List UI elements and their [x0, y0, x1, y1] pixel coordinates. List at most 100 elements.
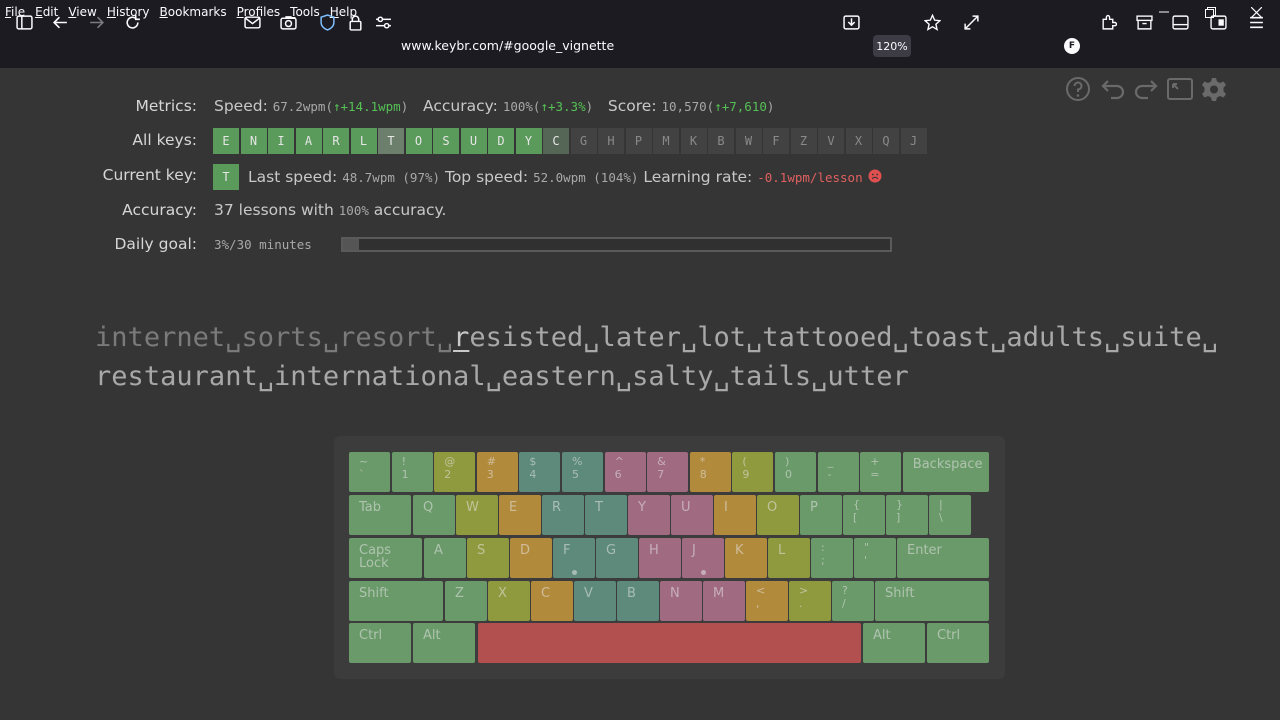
key-2: @2 — [434, 452, 476, 492]
accuracy-label: Accuracy: — [122, 201, 197, 219]
bookmark-star-icon[interactable] — [918, 8, 946, 36]
download-page-icon[interactable] — [837, 8, 865, 36]
key-progress-d: D — [488, 128, 514, 154]
daily-goal-label: Daily goal: — [114, 235, 198, 253]
key-8: * 8 — [689, 452, 731, 492]
key-g: G — [596, 538, 638, 578]
lock-icon[interactable] — [341, 8, 369, 36]
menu-bookmarks[interactable]: Bookmarks — [154, 5, 231, 19]
forward-icon[interactable] — [82, 8, 110, 36]
key-s: S — [467, 538, 509, 578]
key-}: }] — [886, 495, 928, 535]
key-progress-j: J — [900, 128, 927, 154]
key-progress-e: E — [213, 128, 239, 154]
speed-label: Speed: — [214, 97, 268, 115]
key-m: M — [703, 581, 745, 621]
key-:: :; — [811, 538, 853, 578]
key-progress-v: V — [818, 128, 844, 154]
last-speed-label: Last speed: — [248, 168, 338, 186]
reload-icon[interactable] — [118, 8, 146, 36]
key-n: N — [660, 581, 702, 621]
key-alt-left: Alt — [413, 623, 475, 663]
key-f: F — [553, 538, 595, 578]
help-icon[interactable] — [1065, 76, 1091, 106]
metrics-label: Metrics: — [135, 97, 198, 115]
shield-icon[interactable] — [313, 8, 341, 36]
mail-icon[interactable] — [238, 8, 266, 36]
speed-value: 67.2wpm — [272, 99, 326, 114]
key-7: & 7 — [647, 452, 689, 492]
key-4: $4 — [519, 452, 561, 492]
pending-text-1: esisted␣later␣lot␣tattooed␣toast␣adults␣… — [469, 322, 1219, 353]
key-a: A — [424, 538, 466, 578]
speed-delta: ↑+14.1wpm — [332, 99, 401, 114]
key-progress-s: S — [433, 128, 459, 154]
key-progress-b: B — [708, 128, 734, 154]
key-alt-right: Alt — [863, 623, 925, 663]
key-c: C — [531, 581, 573, 621]
typed-text: internet␣sorts␣resort␣ — [95, 322, 454, 353]
typing-text-line-2[interactable]: restaurant␣international␣eastern␣salty␣t… — [95, 361, 909, 392]
key-6: ^ 6 — [604, 452, 646, 492]
key-5: % 5 — [562, 452, 604, 492]
accuracy-summary: 37 lessons with 100% accuracy. — [214, 201, 446, 219]
daily-goal-value: 3%/30 minutes — [214, 237, 312, 252]
key-enter: Enter — [897, 538, 989, 578]
profile-avatar[interactable]: F — [1064, 38, 1080, 54]
accuracy-value: 100% — [502, 99, 533, 114]
fullscreen-toggle-icon[interactable] — [1166, 76, 1194, 106]
sidebar-icon[interactable] — [10, 8, 38, 36]
key-ctrl-right: Ctrl — [927, 623, 989, 663]
tab-manager-icon[interactable] — [1204, 8, 1232, 36]
metrics-row: Speed: 67.2wpm(↑+14.1wpm) Accuracy: 100%… — [214, 97, 775, 115]
key-0: ) 0 — [775, 452, 817, 492]
accuracy-post: accuracy. — [368, 201, 447, 219]
key-?: ? / — [832, 581, 874, 621]
extensions-icon[interactable] — [1094, 8, 1122, 36]
key-e: E — [499, 495, 541, 535]
key-progress-l: L — [350, 128, 377, 154]
key-1: ! 1 — [391, 452, 433, 492]
accuracy-pct: 100% — [338, 203, 369, 218]
key-=: + = — [860, 452, 902, 492]
hamburger-menu-icon[interactable] — [1242, 8, 1270, 36]
key-w: W — [456, 495, 498, 535]
key-<: <, — [746, 581, 788, 621]
accuracy-pre: 37 lessons with — [214, 201, 339, 219]
key--: _ - — [817, 452, 859, 492]
fullscreen-icon[interactable] — [957, 8, 985, 36]
key-progress-q: Q — [873, 128, 899, 154]
key-progress-c: C — [543, 128, 569, 154]
key-k: K — [725, 538, 767, 578]
key-ctrl-left: Ctrl — [349, 623, 411, 663]
key-r: R — [542, 495, 584, 535]
undo-icon[interactable] — [1099, 76, 1127, 106]
top-speed-value: 52.0wpm (104%) — [533, 170, 639, 185]
screenshot-icon[interactable] — [274, 8, 302, 36]
learning-rate-label: Learning rate: — [643, 168, 753, 186]
zoom-level-button[interactable]: 120% — [873, 35, 911, 57]
key-progress-r: R — [323, 128, 349, 154]
key-z: Z — [445, 581, 487, 621]
key-progress-n: N — [240, 128, 267, 154]
key-9: (9 — [732, 452, 774, 492]
key-progress-f: F — [763, 128, 789, 154]
key-shift-right: Shift — [875, 581, 989, 621]
redo-icon[interactable] — [1132, 76, 1160, 106]
reader-icon[interactable] — [1166, 8, 1194, 36]
url-text[interactable]: www.keybr.com/#google_vignette — [401, 38, 614, 53]
all-keys-label: All keys: — [132, 131, 197, 149]
key-l: L — [768, 538, 810, 578]
accuracy-delta: ↑+3.3% — [540, 99, 586, 114]
key-progress-a: A — [295, 128, 322, 154]
back-icon[interactable] — [46, 8, 74, 36]
cursor-char: r — [453, 322, 470, 353]
key-progress-t: T — [378, 128, 404, 154]
key-j: J — [682, 538, 724, 578]
settings-gear-icon[interactable] — [1200, 76, 1228, 108]
permissions-icon[interactable] — [369, 8, 397, 36]
key-o: O — [757, 495, 799, 535]
archive-icon[interactable] — [1130, 8, 1158, 36]
key-caps-lock: Caps Lock — [349, 538, 422, 578]
typing-text-line-1[interactable]: internet␣sorts␣resort␣resisted␣later␣lot… — [95, 322, 1218, 353]
